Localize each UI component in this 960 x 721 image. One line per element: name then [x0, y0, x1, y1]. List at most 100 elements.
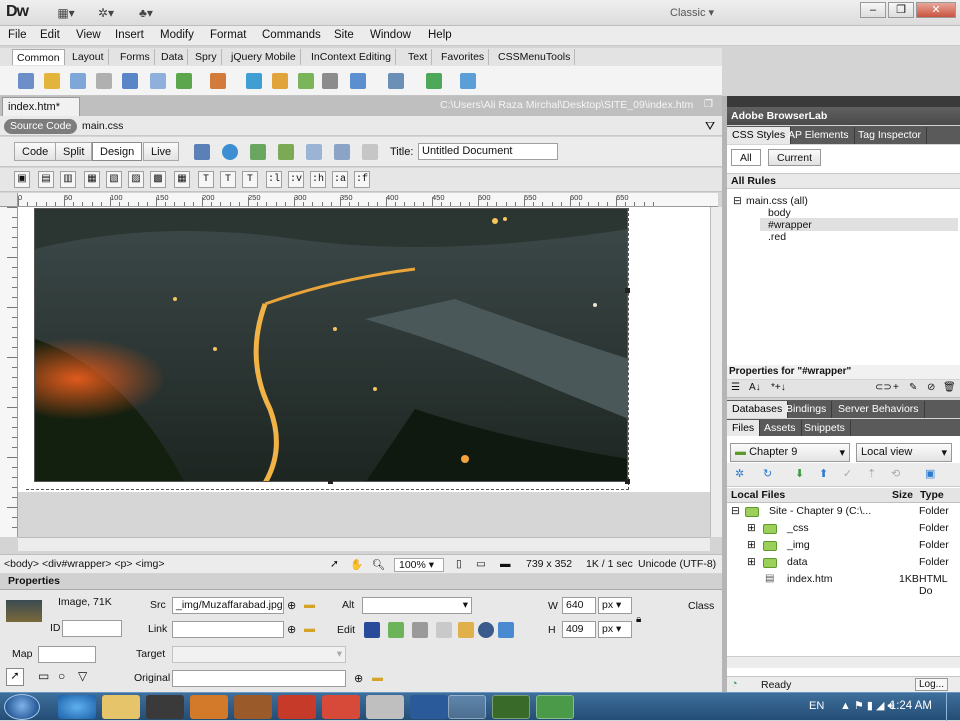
media-player-icon[interactable] — [146, 695, 184, 719]
mobile-size-icon[interactable]: ▯ — [456, 558, 462, 570]
local-files-header[interactable]: Local Files — [731, 489, 785, 501]
acrobat-icon[interactable] — [322, 695, 360, 719]
link-state-button[interactable]: :l — [266, 171, 282, 188]
link-field[interactable] — [172, 621, 284, 638]
desktop-size-icon[interactable]: ▬ — [500, 558, 511, 570]
tab-snippets[interactable]: Snippets — [799, 420, 851, 437]
hover-state-button[interactable]: :h — [310, 171, 326, 188]
original-field[interactable] — [172, 670, 346, 687]
set-properties-icon[interactable]: *+↓ — [771, 382, 786, 393]
show-desktop-button[interactable] — [946, 693, 960, 721]
insert-tab-forms[interactable]: Forms — [116, 49, 155, 65]
menu-modify[interactable]: Modify — [160, 29, 194, 41]
selected-image-muzaffarabad[interactable] — [34, 208, 628, 482]
put-files-icon[interactable]: ⬆ — [819, 467, 828, 480]
browserlab-panel-header[interactable]: Adobe BrowserLab — [727, 107, 960, 125]
lock-icon[interactable]: 🔒︎ — [636, 614, 641, 625]
text-tt-icon[interactable]: T — [220, 171, 236, 188]
update-from-original-icon[interactable] — [412, 622, 428, 638]
browse-link-folder-icon[interactable]: ▬ — [304, 623, 315, 635]
image-icon[interactable] — [176, 73, 192, 89]
menu-insert[interactable]: Insert — [115, 29, 144, 41]
tab-ap-elements[interactable]: AP Elements — [783, 127, 855, 144]
pointer-hotspot-tool[interactable]: ➚ — [6, 668, 24, 686]
menu-help[interactable]: Help — [428, 29, 452, 41]
circle-hotspot-icon[interactable]: ○ — [58, 669, 65, 683]
date-icon[interactable] — [246, 73, 262, 89]
tray-icons[interactable]: ▲ ⚑ ▮ ◢ 🔊︎ — [840, 699, 894, 713]
render-icon-3[interactable]: ▥ — [60, 171, 76, 188]
height-field[interactable]: 409 — [562, 621, 596, 638]
get-files-icon[interactable]: ⬇ — [795, 467, 804, 480]
explorer-icon[interactable] — [102, 695, 140, 719]
css-file-rule[interactable]: main.css (all) — [746, 195, 808, 207]
email-link-icon[interactable] — [44, 73, 60, 89]
resample-icon[interactable] — [458, 622, 474, 638]
script-icon[interactable] — [350, 73, 366, 89]
expand-panel-icon[interactable]: ▣ — [925, 467, 935, 480]
browse-original-icon[interactable]: ▬ — [372, 672, 383, 684]
tag-chooser-icon[interactable] — [426, 73, 442, 89]
menu-site[interactable]: Site — [334, 29, 354, 41]
comment-icon[interactable] — [298, 73, 314, 89]
render-icon-6[interactable]: ▨ — [128, 171, 144, 188]
edit-rule-icon[interactable]: ✎ — [909, 382, 917, 393]
file-management-icon[interactable] — [250, 144, 266, 160]
photoshop-edit-icon[interactable] — [364, 622, 380, 638]
w3c-validation-icon[interactable] — [278, 144, 294, 160]
tab-css-styles[interactable]: CSS Styles — [727, 127, 792, 144]
start-button[interactable] — [4, 694, 40, 720]
crop-icon[interactable] — [436, 622, 452, 638]
menu-edit[interactable]: Edit — [40, 29, 60, 41]
insert-tab-spry[interactable]: Spry — [191, 49, 222, 65]
preview-browser-icon[interactable] — [222, 144, 238, 160]
server-side-include-icon[interactable] — [272, 73, 288, 89]
attach-stylesheet-icon[interactable]: ⊂⊃ — [875, 382, 892, 393]
named-anchor-icon[interactable] — [70, 73, 86, 89]
menu-view[interactable]: View — [76, 29, 101, 41]
view-select[interactable]: Local view ▾ — [856, 443, 952, 462]
file-row[interactable]: ⊞ _css Folder — [727, 521, 960, 538]
minimize-button[interactable]: – — [860, 2, 886, 18]
file-row[interactable]: ⊞ _img Folder — [727, 538, 960, 555]
visual-aids-icon[interactable] — [334, 144, 350, 160]
firefox-icon[interactable] — [190, 695, 228, 719]
sync-icon[interactable]: ⟲ — [891, 467, 900, 480]
collapse-icon[interactable]: ⊟ — [731, 505, 740, 517]
multiscreen-icon[interactable] — [194, 144, 210, 160]
insert-tab-text[interactable]: Text — [404, 49, 433, 65]
check-in-icon[interactable]: ⇡ — [867, 467, 876, 480]
horizontal-rule-icon[interactable] — [96, 73, 112, 89]
head-icon[interactable] — [322, 73, 338, 89]
tab-bindings[interactable]: Bindings — [781, 401, 833, 418]
design-view-button[interactable]: Design — [92, 142, 143, 161]
point-to-original-icon[interactable]: ⊕ — [354, 672, 363, 685]
chrome-icon[interactable] — [278, 695, 316, 719]
related-file-main-css[interactable]: main.css — [82, 120, 123, 132]
menu-commands[interactable]: Commands — [262, 29, 321, 41]
render-icon-5[interactable]: ▧ — [106, 171, 122, 188]
language-indicator[interactable]: EN — [809, 700, 824, 712]
insert-tab-layout[interactable]: Layout — [68, 49, 109, 65]
dreamweaver-taskbar-icon[interactable] — [492, 695, 530, 719]
clock[interactable]: 1:24 AM — [890, 700, 932, 712]
type-header[interactable]: Type — [920, 489, 944, 501]
chrome-active-icon[interactable] — [448, 695, 486, 719]
notepad-icon[interactable] — [366, 695, 404, 719]
alt-select[interactable]: ▾ — [362, 597, 472, 614]
render-icon-8[interactable]: ▦ — [174, 171, 190, 188]
delete-rule-icon[interactable]: 🗑︎ — [943, 382, 956, 393]
render-icon-4[interactable]: ▦ — [84, 171, 100, 188]
filter-icon[interactable]: ⛛ — [705, 119, 715, 134]
widget-icon[interactable] — [460, 73, 476, 89]
table-icon[interactable] — [122, 73, 138, 89]
category-view-icon[interactable]: ☰ — [731, 382, 740, 393]
log-button[interactable]: Log... — [915, 678, 949, 691]
tab-assets[interactable]: Assets — [759, 420, 802, 437]
expand-icon[interactable]: ⊞ — [747, 539, 756, 551]
tab-databases[interactable]: Databases — [727, 401, 789, 418]
tablet-size-icon[interactable]: ▭ — [476, 558, 486, 570]
target-select[interactable]: ▾ — [172, 646, 346, 663]
menu-format[interactable]: Format — [210, 29, 246, 41]
new-rule-icon[interactable]: + — [893, 382, 899, 393]
